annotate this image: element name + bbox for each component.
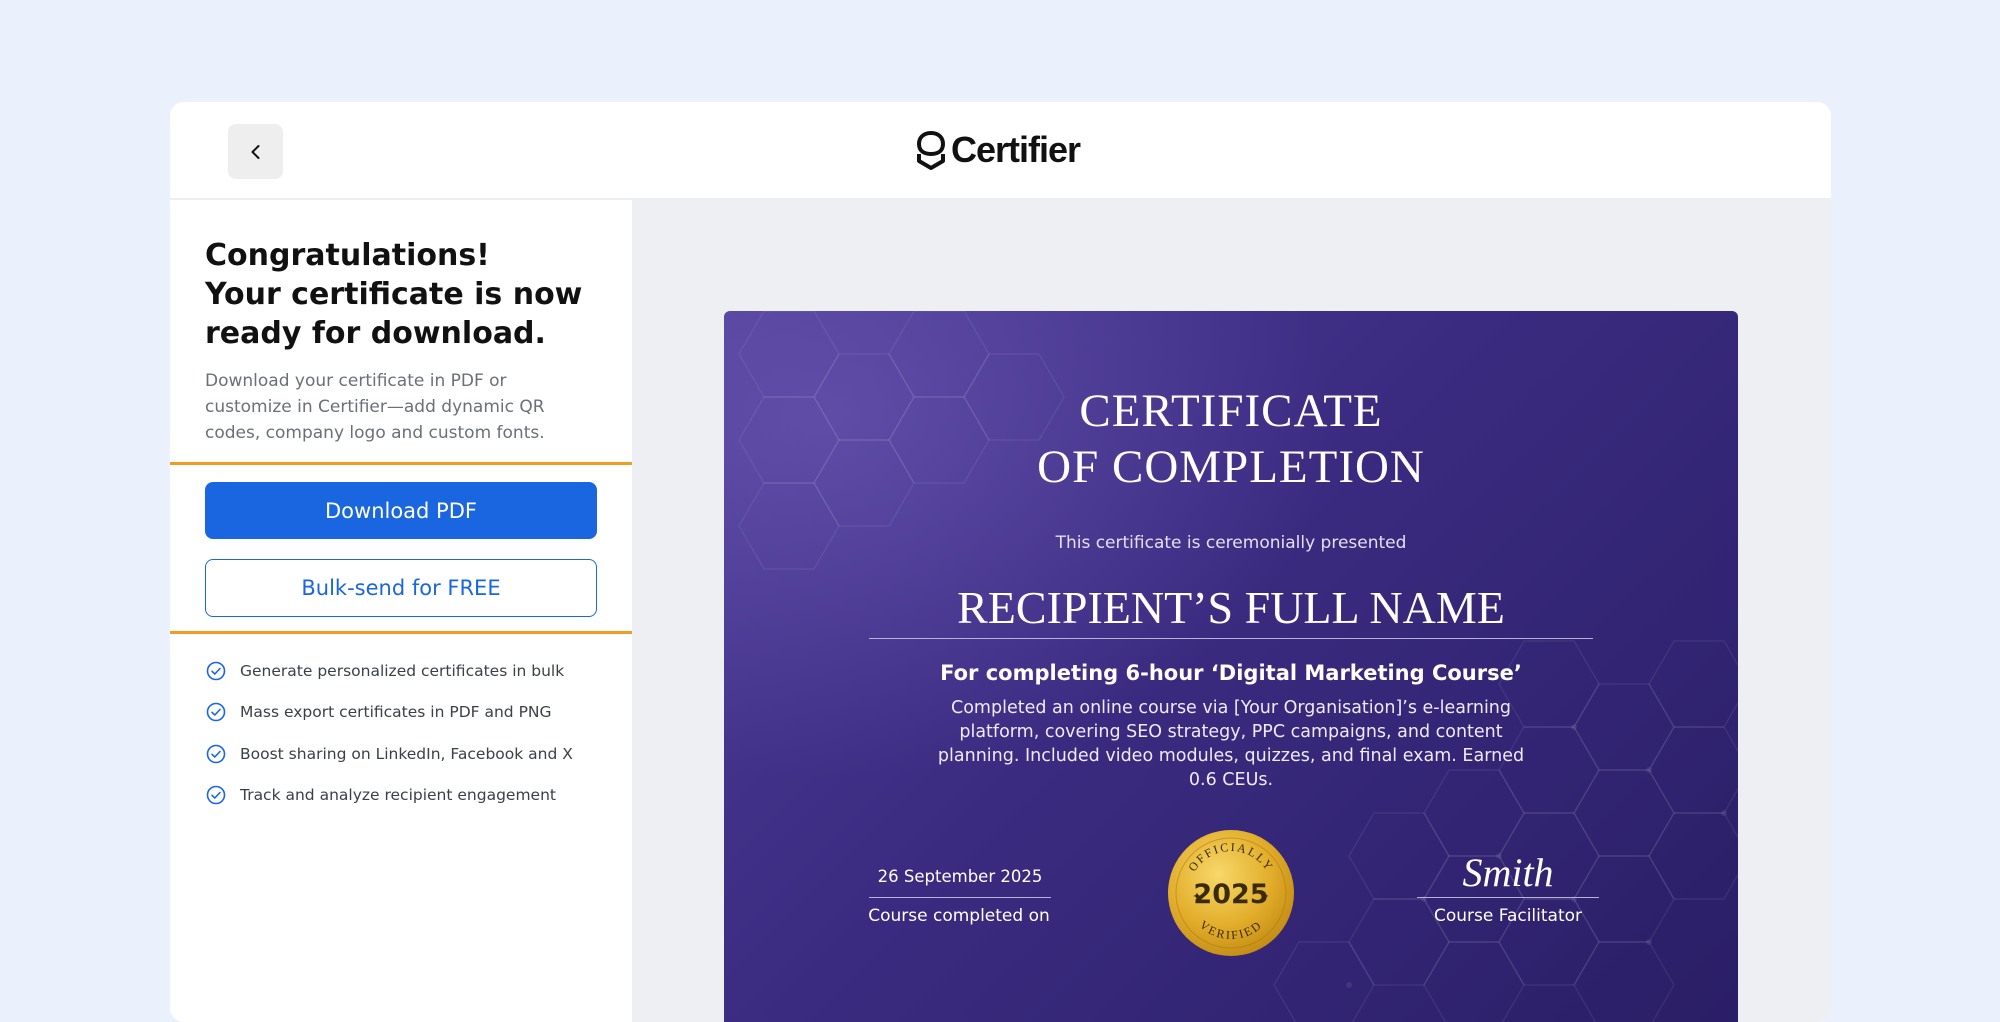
chevron-left-icon: [251, 144, 259, 159]
certificate-title-line: OF COMPLETION: [1037, 441, 1425, 493]
divider: [869, 638, 1593, 639]
check-circle-icon: [206, 661, 226, 681]
seal-year: 2025: [1193, 879, 1268, 910]
sidebar: Congratulations! Your certificate is now…: [170, 200, 652, 1022]
check-circle-icon: [206, 785, 226, 805]
svg-text:✦: ✦: [1260, 891, 1269, 903]
feature-text: Track and analyze recipient engagement: [240, 786, 556, 805]
feature-item: Track and analyze recipient engagement: [206, 775, 626, 817]
svg-text:✦: ✦: [1192, 891, 1201, 903]
feature-text: Generate personalized certificates in bu…: [240, 661, 565, 680]
certificate-title-line: CERTIFICATE: [1079, 385, 1383, 437]
signature-label: Course Facilitator: [1433, 906, 1583, 926]
feature-item: Mass export certificates in PDF and PNG: [206, 692, 626, 734]
course-title: For completing 6-hour ‘Digital Marketing…: [940, 661, 1522, 685]
course-description: Completed an online course via [Your Org…: [937, 698, 1525, 790]
back-button[interactable]: [228, 124, 283, 179]
headline-line: ready for download.: [205, 316, 546, 351]
certifier-logo-icon: [916, 130, 946, 170]
feature-list: Generate personalized certificates in bu…: [206, 650, 626, 816]
feature-item: Boost sharing on LinkedIn, Facebook and …: [206, 733, 626, 775]
bulk-send-button[interactable]: Bulk-send for FREE: [205, 559, 597, 617]
completion-date-label: Course completed on: [868, 906, 1050, 926]
headline: Congratulations! Your certificate is now…: [205, 236, 605, 353]
description: Download your certificate in PDF or cust…: [205, 371, 545, 443]
recipient-name: RECIPIENT’S FULL NAME: [957, 582, 1505, 633]
certificate-preview: CERTIFICATE OF COMPLETION This certifica…: [724, 311, 1738, 1022]
headline-line: Congratulations!: [205, 238, 490, 273]
check-circle-icon: [206, 702, 226, 722]
check-circle-icon: [206, 744, 226, 764]
brand-name: Certifier: [951, 129, 1081, 170]
headline-line: Your certificate is now: [205, 277, 583, 312]
feature-item: Generate personalized certificates in bu…: [206, 650, 626, 692]
download-pdf-button[interactable]: Download PDF: [205, 482, 597, 539]
certificate-title: CERTIFICATE OF COMPLETION: [724, 383, 1738, 495]
signature: Smith: [1462, 850, 1554, 895]
feature-text: Mass export certificates in PDF and PNG: [240, 703, 552, 722]
preview-area: CERTIFICATE OF COMPLETION This certifica…: [632, 200, 1831, 1022]
presented-text: This certificate is ceremonially present…: [1055, 533, 1407, 553]
divider: [869, 897, 1051, 898]
verified-seal: OFFICIALLY 2025 ✦ ✦ VERIFIED: [1168, 830, 1294, 956]
feature-text: Boost sharing on LinkedIn, Facebook and …: [240, 744, 573, 763]
top-bar: Certifier: [170, 102, 1831, 200]
divider: [1417, 897, 1599, 898]
completion-date: 26 September 2025: [877, 867, 1043, 886]
brand-logo[interactable]: Certifier: [915, 128, 1081, 172]
app-window: Certifier Congratulations! Your certific…: [170, 102, 1831, 1022]
